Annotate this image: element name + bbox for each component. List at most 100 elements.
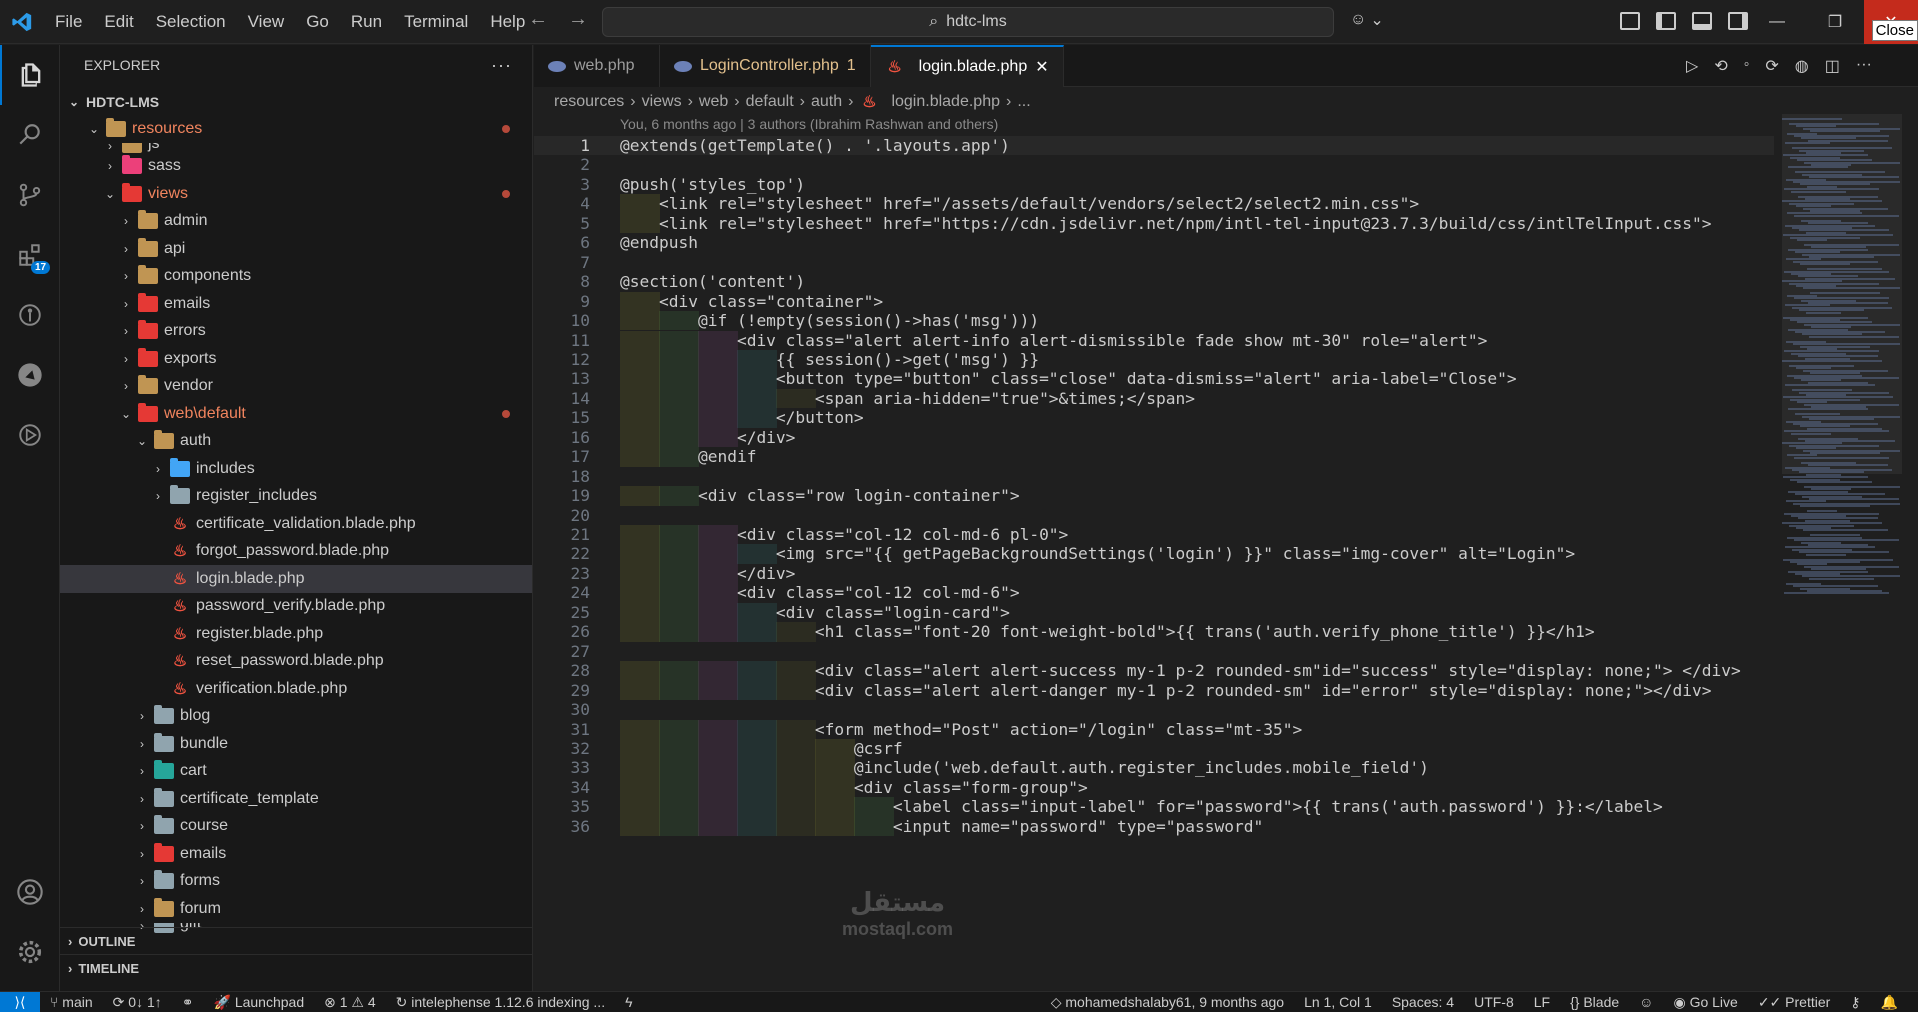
split-editor-icon[interactable]: ◫: [1825, 56, 1840, 76]
code-line[interactable]: 9 <div class="container">: [534, 291, 1774, 312]
minimize-button[interactable]: —: [1748, 0, 1806, 44]
code-line[interactable]: 27: [534, 642, 1774, 661]
folder-item[interactable]: › api: [60, 235, 532, 263]
copilot-button[interactable]: ☺ ⌄: [1350, 10, 1384, 30]
folder-item[interactable]: › exports: [60, 345, 532, 373]
file-item[interactable]: ♨ register.blade.php: [60, 620, 532, 648]
back-arrow-icon[interactable]: ←: [528, 8, 548, 31]
code-line[interactable]: 28 <div class="alert alert-success my-1 …: [534, 661, 1774, 681]
toggle-primary-sidebar-icon[interactable]: [1656, 12, 1676, 30]
timeline-icon[interactable]: ◦: [1744, 56, 1750, 76]
code-line[interactable]: 14 <span aria-hidden="true">&times;</spa…: [534, 388, 1774, 409]
command-center[interactable]: ⌕ hdtc-lms: [602, 7, 1334, 37]
code-line[interactable]: 16 </div>: [534, 427, 1774, 448]
tab-login-blade-php[interactable]: ♨ login.blade.php ✕: [870, 45, 1064, 87]
code-line[interactable]: 30: [534, 700, 1774, 719]
extensions-activity[interactable]: 17: [0, 225, 60, 285]
folder-item[interactable]: › includes: [60, 455, 532, 483]
code-line[interactable]: 3 @push('styles_top'): [534, 175, 1774, 194]
search-activity[interactable]: [0, 105, 60, 165]
eol-status[interactable]: LF: [1524, 994, 1560, 1011]
folder-item[interactable]: › cart: [60, 758, 532, 786]
toggle-panel-icon[interactable]: [1692, 12, 1712, 30]
menu-edit[interactable]: Edit: [93, 0, 144, 44]
file-item[interactable]: ♨ password_verify.blade.php: [60, 593, 532, 621]
problems-status[interactable]: ⊗ 1 ⚠ 4: [314, 994, 386, 1011]
breadcrumb-item[interactable]: resources: [554, 93, 624, 111]
code-line[interactable]: 22 <img src="{{ getPageBackgroundSetting…: [534, 544, 1774, 564]
toggle-secondary-sidebar-icon[interactable]: [1728, 12, 1748, 30]
explorer-activity[interactable]: [0, 45, 60, 105]
code-line[interactable]: 23 </div>: [534, 563, 1774, 584]
code-line[interactable]: 24 <div class="col-12 col-md-6">: [534, 583, 1774, 603]
outline-section[interactable]: › OUTLINE: [60, 927, 532, 954]
code-line[interactable]: 21 <div class="col-12 col-md-6 pl-0">: [534, 525, 1774, 545]
code-line[interactable]: 35 <label class="input-label" for="passw…: [534, 797, 1774, 817]
code-line[interactable]: 8 @section('content'): [534, 272, 1774, 291]
accounts-activity[interactable]: [0, 862, 60, 922]
folder-item[interactable]: › register_includes: [60, 483, 532, 511]
language-status[interactable]: {} Blade: [1560, 994, 1629, 1011]
indexing-status[interactable]: ↻ intelephense 1.12.6 indexing ...: [386, 994, 615, 1011]
folder-item[interactable]: › course: [60, 813, 532, 841]
folder-item[interactable]: › certificate_template: [60, 785, 532, 813]
breadcrumb-item[interactable]: ...: [1017, 93, 1030, 111]
menu-go[interactable]: Go: [295, 0, 340, 44]
folder-item[interactable]: › admin: [60, 208, 532, 236]
notifications-icon[interactable]: 🔔: [1871, 994, 1908, 1011]
breadcrumb-item[interactable]: web: [699, 93, 728, 111]
prettier-status[interactable]: ✓✓ Prettier: [1748, 994, 1840, 1011]
restore-button[interactable]: ❐: [1806, 0, 1864, 44]
folder-item[interactable]: › emails: [60, 290, 532, 318]
code-line[interactable]: 29 <div class="alert alert-danger my-1 p…: [534, 680, 1774, 701]
blame-header[interactable]: You, 6 months ago | 3 authors (Ibrahim R…: [620, 116, 998, 132]
folder-item[interactable]: › emails: [60, 840, 532, 868]
folder-item[interactable]: › bundle: [60, 730, 532, 758]
folder-item[interactable]: › blog: [60, 703, 532, 731]
folder-item[interactable]: ⌄ auth: [60, 428, 532, 456]
code-editor[interactable]: 1 @extends(getTemplate() . '.layouts.app'…: [534, 136, 1774, 991]
code-line[interactable]: 31 <form method="Post" action="/login" c…: [534, 719, 1774, 739]
source-control-activity[interactable]: [0, 165, 60, 225]
code-line[interactable]: 19 <div class="row login-container">: [534, 486, 1774, 506]
git-graph-activity[interactable]: [0, 285, 60, 345]
code-line[interactable]: 6 @endpush: [534, 233, 1774, 252]
menu-file[interactable]: File: [44, 0, 93, 44]
code-line[interactable]: 15 </button>: [534, 408, 1774, 428]
menu-terminal[interactable]: Terminal: [393, 0, 479, 44]
menu-selection[interactable]: Selection: [145, 0, 237, 44]
manage-activity[interactable]: [0, 922, 60, 982]
encoding-status[interactable]: UTF-8: [1464, 994, 1524, 1011]
minimap[interactable]: [1782, 114, 1902, 984]
run-icon[interactable]: ▷: [1686, 56, 1698, 76]
code-line[interactable]: 10 @if (!empty(session()->has('msg'))): [534, 311, 1774, 331]
code-line[interactable]: 7: [534, 253, 1774, 272]
tab-logincontroller-php[interactable]: LoginController.php 1: [660, 45, 871, 87]
run-debug-activity[interactable]: [0, 405, 60, 465]
file-item[interactable]: ♨ certificate_validation.blade.php: [60, 510, 532, 538]
code-line[interactable]: 36 <input name="password" type="password…: [534, 816, 1774, 837]
code-line[interactable]: 32 @csrf: [534, 738, 1774, 759]
folder-item[interactable]: › sass: [60, 153, 532, 181]
branch-status[interactable]: ⑂ main: [40, 994, 103, 1010]
folder-item[interactable]: › forms: [60, 868, 532, 896]
tab-web-php[interactable]: web.php: [534, 45, 660, 87]
breadcrumb-item[interactable]: auth: [811, 93, 842, 111]
code-line[interactable]: 34 <div class="form-group">: [534, 777, 1774, 798]
code-line[interactable]: 25 <div class="login-card">: [534, 602, 1774, 623]
file-item[interactable]: ♨ forgot_password.blade.php: [60, 538, 532, 566]
live-share-activity[interactable]: [0, 345, 60, 405]
folder-item[interactable]: ⌄ views: [60, 180, 532, 208]
customize-layout-icon[interactable]: [1620, 12, 1640, 30]
file-item[interactable]: ♨ login.blade.php: [60, 565, 532, 593]
indentation-status[interactable]: Spaces: 4: [1382, 994, 1464, 1011]
code-line[interactable]: 4 <link rel="stylesheet" href="/assets/d…: [534, 194, 1774, 214]
more-actions-icon[interactable]: ···: [1856, 56, 1872, 76]
launchpad-status[interactable]: 🚀 Launchpad: [203, 994, 314, 1011]
folder-item[interactable]: ⌄ web\default: [60, 400, 532, 428]
close-tab-icon[interactable]: ✕: [1035, 57, 1048, 77]
copilot-status-icon[interactable]: ☺: [1629, 994, 1663, 1011]
timeline-section[interactable]: › TIMELINE: [60, 954, 532, 981]
code-line[interactable]: 26 <h1 class="font-20 font-weight-bold">…: [534, 622, 1774, 642]
breadcrumb-item[interactable]: views: [642, 93, 682, 111]
